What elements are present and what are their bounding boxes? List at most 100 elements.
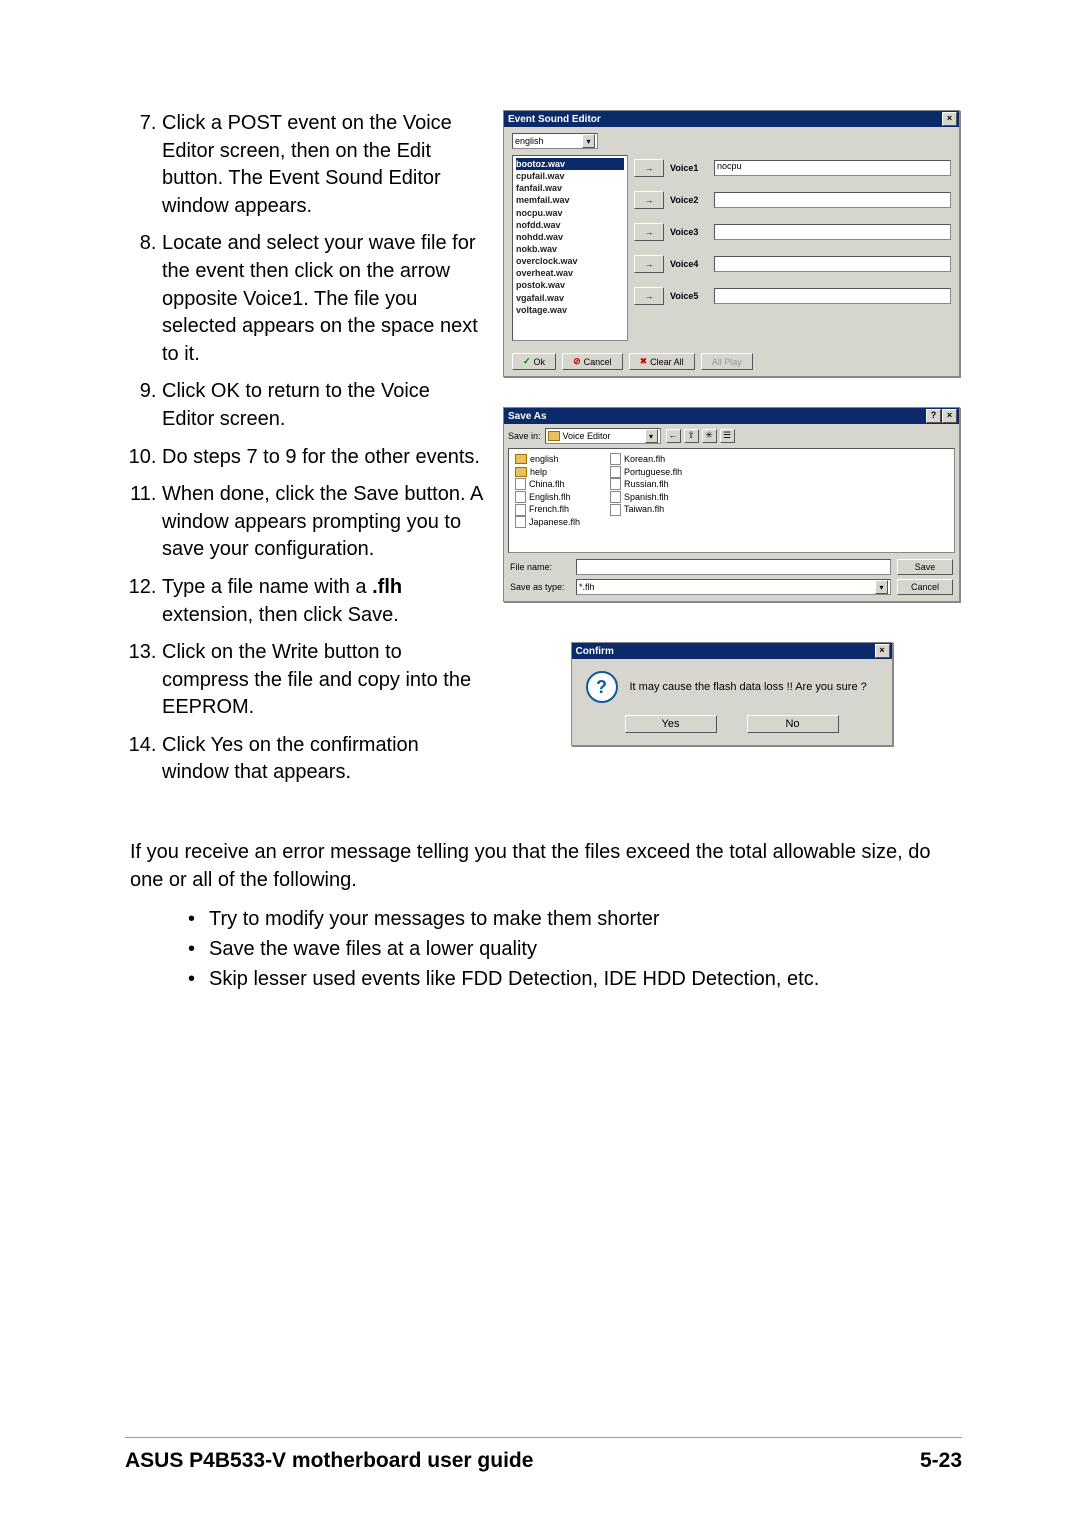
- list-item[interactable]: help: [515, 466, 580, 479]
- file-icon: [515, 478, 526, 490]
- step-10: Do steps 7 to 9 for the other events.: [162, 444, 485, 472]
- folder-icon: [548, 431, 560, 441]
- step-11: When done, click the Save button. A wind…: [162, 481, 485, 564]
- close-icon[interactable]: ×: [875, 644, 890, 658]
- list-item[interactable]: Korean.flh: [610, 453, 682, 466]
- assign-arrow-button[interactable]: →: [634, 287, 664, 305]
- list-item[interactable]: China.flh: [515, 478, 580, 491]
- list-item: Skip lesser used events like FDD Detecti…: [188, 964, 960, 994]
- savetype-label: Save as type:: [510, 582, 570, 592]
- list-item[interactable]: Taiwan.flh: [610, 503, 682, 516]
- close-icon[interactable]: ×: [942, 409, 957, 423]
- list-item: Save the wave files at a lower quality: [188, 934, 960, 964]
- no-button[interactable]: No: [747, 715, 839, 733]
- chevron-down-icon[interactable]: ▾: [582, 134, 595, 148]
- list-item[interactable]: cpufail.wav: [516, 170, 624, 182]
- list-item[interactable]: French.flh: [515, 503, 580, 516]
- list-item[interactable]: Spanish.flh: [610, 491, 682, 504]
- save-button[interactable]: Save: [897, 559, 953, 575]
- file-icon: [610, 504, 621, 516]
- error-note: If you receive an error message telling …: [130, 839, 960, 894]
- all-play-button[interactable]: All Play: [701, 353, 753, 370]
- list-item[interactable]: overclock.wav: [516, 255, 624, 267]
- voice-label: Voice4: [670, 259, 708, 269]
- list-item[interactable]: English.flh: [515, 491, 580, 504]
- confirm-title: Confirm: [576, 646, 614, 657]
- voice-field[interactable]: nocpu: [714, 160, 951, 176]
- cancel-button[interactable]: ⊘Cancel: [562, 353, 623, 370]
- list-item[interactable]: nofdd.wav: [516, 219, 624, 231]
- ok-button[interactable]: ✓Ok: [512, 353, 556, 370]
- ese-title: Event Sound Editor: [508, 114, 601, 125]
- savein-label: Save in:: [508, 431, 541, 441]
- folder-icon: [515, 454, 527, 464]
- file-icon: [610, 478, 621, 490]
- list-item[interactable]: nohdd.wav: [516, 231, 624, 243]
- check-icon: ✓: [523, 356, 531, 367]
- list-item[interactable]: bootoz.wav: [516, 158, 624, 170]
- help-icon[interactable]: ?: [926, 409, 941, 423]
- list-item[interactable]: voltage.wav: [516, 304, 624, 316]
- new-folder-icon[interactable]: ✳: [702, 429, 717, 443]
- confirm-message: It may cause the flash data loss !! Are …: [630, 681, 867, 693]
- list-item: Try to modify your messages to make them…: [188, 904, 960, 934]
- savein-select[interactable]: Voice Editor ▾: [545, 428, 661, 444]
- filename-input[interactable]: [576, 559, 891, 575]
- clear-all-button[interactable]: ✖Clear All: [629, 353, 695, 370]
- assign-arrow-button[interactable]: →: [634, 191, 664, 209]
- step-7: Click a POST event on the Voice Editor s…: [162, 110, 485, 220]
- voice-field[interactable]: [714, 224, 951, 240]
- savetype-select[interactable]: *.flh▾: [576, 579, 891, 595]
- close-icon[interactable]: ×: [942, 112, 957, 126]
- file-icon: [610, 466, 621, 478]
- back-icon[interactable]: ←: [666, 429, 681, 443]
- voice-label: Voice2: [670, 195, 708, 205]
- step-13: Click on the Write button to compress th…: [162, 639, 485, 722]
- list-item[interactable]: postok.wav: [516, 279, 624, 291]
- list-item[interactable]: Portuguese.flh: [610, 466, 682, 479]
- chevron-down-icon[interactable]: ▾: [645, 429, 658, 443]
- voice-field[interactable]: [714, 288, 951, 304]
- list-item[interactable]: Russian.flh: [610, 478, 682, 491]
- footer-divider: [125, 1437, 962, 1438]
- step-12: Type a file name with a .flh extension, …: [162, 574, 485, 629]
- cancel-icon: ⊘: [573, 356, 581, 367]
- folder-icon: [515, 467, 527, 477]
- list-item[interactable]: vgafail.wav: [516, 292, 624, 304]
- list-item[interactable]: nocpu.wav: [516, 207, 624, 219]
- wave-file-list[interactable]: bootoz.wav cpufail.wav fanfail.wav memfa…: [512, 155, 628, 341]
- question-icon: ?: [586, 671, 618, 703]
- page-number: 5-23: [920, 1449, 962, 1473]
- save-as-dialog: Save As ? × Save in: Voice Editor ▾ ← ⇧: [503, 407, 960, 602]
- saveas-title: Save As: [508, 411, 547, 422]
- list-item[interactable]: overheat.wav: [516, 267, 624, 279]
- list-item[interactable]: memfail.wav: [516, 194, 624, 206]
- list-item[interactable]: nokb.wav: [516, 243, 624, 255]
- file-icon: [610, 453, 621, 465]
- file-browser[interactable]: english help China.flh English.flh Frenc…: [508, 448, 955, 553]
- voice-label: Voice3: [670, 227, 708, 237]
- confirm-dialog: Confirm × ? It may cause the flash data …: [571, 642, 893, 746]
- step-14: Click Yes on the confirmation window tha…: [162, 732, 485, 787]
- step-9: Click OK to return to the Voice Editor s…: [162, 378, 485, 433]
- assign-arrow-button[interactable]: →: [634, 255, 664, 273]
- chevron-down-icon[interactable]: ▾: [875, 580, 888, 594]
- voice-label: Voice1: [670, 163, 708, 173]
- assign-arrow-button[interactable]: →: [634, 159, 664, 177]
- voice-field[interactable]: [714, 256, 951, 272]
- view-menu-icon[interactable]: ☰: [720, 429, 735, 443]
- list-item[interactable]: english: [515, 453, 580, 466]
- yes-button[interactable]: Yes: [625, 715, 717, 733]
- file-icon: [515, 491, 526, 503]
- assign-arrow-button[interactable]: →: [634, 223, 664, 241]
- up-folder-icon[interactable]: ⇧: [684, 429, 699, 443]
- voice-field[interactable]: [714, 192, 951, 208]
- footer-title: ASUS P4B533-V motherboard user guide: [125, 1449, 533, 1473]
- language-select[interactable]: english ▾: [512, 133, 598, 149]
- file-icon: [515, 504, 526, 516]
- list-item[interactable]: Japanese.flh: [515, 516, 580, 529]
- list-item[interactable]: fanfail.wav: [516, 182, 624, 194]
- cancel-button[interactable]: Cancel: [897, 579, 953, 595]
- step-8: Locate and select your wave file for the…: [162, 230, 485, 368]
- event-sound-editor-window: Event Sound Editor × english ▾ bootoz.wa…: [503, 110, 960, 377]
